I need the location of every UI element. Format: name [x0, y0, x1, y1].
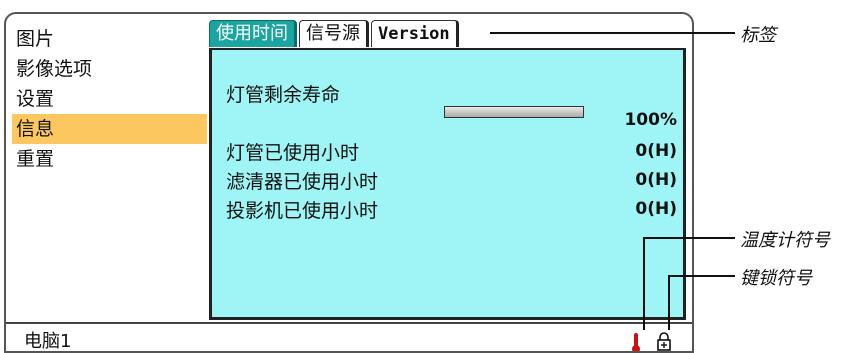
menu-item-info[interactable]: 信息: [12, 114, 207, 144]
callout-lock: 键锁符号: [740, 268, 812, 289]
callout-tab: 标签: [740, 25, 776, 46]
thermometer-icon: [632, 333, 640, 351]
projector-hours-value: 0(H): [635, 199, 677, 219]
lamp-remaining-label: 灯管剩余寿命: [226, 84, 341, 106]
filter-hours-label: 滤清器已使用小时: [226, 171, 379, 193]
callout-thermometer: 温度计符号: [740, 230, 830, 251]
projector-osd-window: 图片 影像选项 设置 信息 重置 使用时间 信号源 Version 灯管剩余寿命…: [4, 12, 694, 353]
filter-hours-value: 0(H): [635, 170, 677, 190]
status-bar: 电脑1: [6, 322, 692, 352]
key-lock-icon: [657, 332, 671, 351]
tab-usage-time[interactable]: 使用时间: [209, 20, 297, 47]
input-source-label: 电脑1: [24, 331, 72, 352]
menu-item-picture[interactable]: 图片: [12, 24, 207, 54]
info-tabs: 使用时间 信号源 Version: [209, 20, 461, 48]
usage-time-panel: 灯管剩余寿命 100% 灯管已使用小时 0(H) 滤清器已使用小时 0(H) 投…: [209, 48, 686, 320]
tab-source[interactable]: 信号源: [299, 20, 369, 47]
manual-illustration: 图片 影像选项 设置 信息 重置 使用时间 信号源 Version 灯管剩余寿命…: [0, 0, 849, 353]
menu-item-reset[interactable]: 重置: [12, 144, 207, 174]
lamp-remaining-value: 100%: [624, 110, 677, 130]
tab-version[interactable]: Version: [371, 20, 459, 47]
lamp-hours-value: 0(H): [635, 141, 677, 161]
lamp-remaining-bar-fill: [445, 107, 583, 117]
menu-item-image-options[interactable]: 影像选项: [12, 54, 207, 84]
projector-hours-label: 投影机已使用小时: [226, 200, 379, 222]
lamp-hours-label: 灯管已使用小时: [226, 142, 360, 164]
main-menu: 图片 影像选项 设置 信息 重置: [12, 24, 207, 174]
menu-item-setup[interactable]: 设置: [12, 84, 207, 114]
lamp-remaining-bar: [444, 106, 584, 118]
